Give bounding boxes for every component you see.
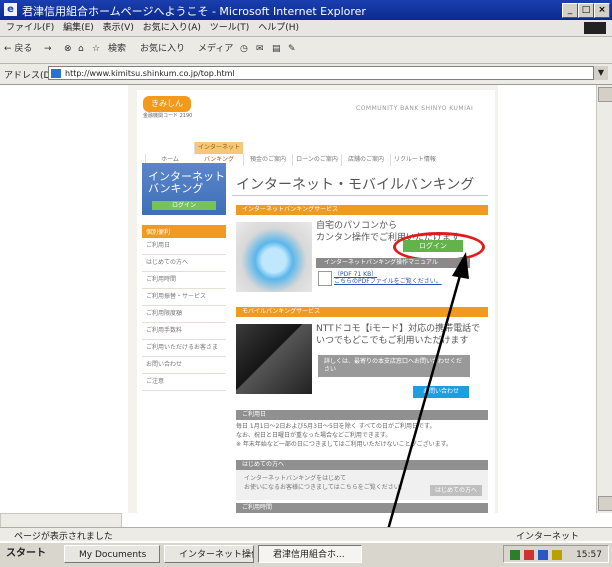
tray-icon[interactable] — [510, 550, 520, 560]
system-tray: 15:57 — [503, 545, 609, 563]
clock: 15:57 — [576, 550, 602, 560]
tray-icon[interactable] — [524, 550, 534, 560]
tray-icon[interactable] — [552, 550, 562, 560]
start-button[interactable]: スタート — [2, 545, 58, 563]
taskbar: スタート My Documents インターネット操作 君津信用組合ホ... 1… — [0, 541, 612, 567]
arrow-shaft — [376, 271, 463, 565]
task-internet-manual[interactable]: インターネット操作 — [164, 545, 254, 563]
task-ie-window[interactable]: 君津信用組合ホ... — [258, 545, 362, 563]
annotation-arrow — [376, 252, 469, 565]
scroll-up-button[interactable] — [598, 87, 612, 102]
vertical-scrollbar[interactable] — [596, 85, 612, 513]
status-bar: ページが表示されました インターネット — [0, 527, 612, 542]
scroll-down-button[interactable] — [598, 496, 612, 511]
task-my-documents[interactable]: My Documents — [64, 545, 160, 563]
arrow-head — [452, 252, 469, 279]
tray-icon[interactable] — [538, 550, 548, 560]
